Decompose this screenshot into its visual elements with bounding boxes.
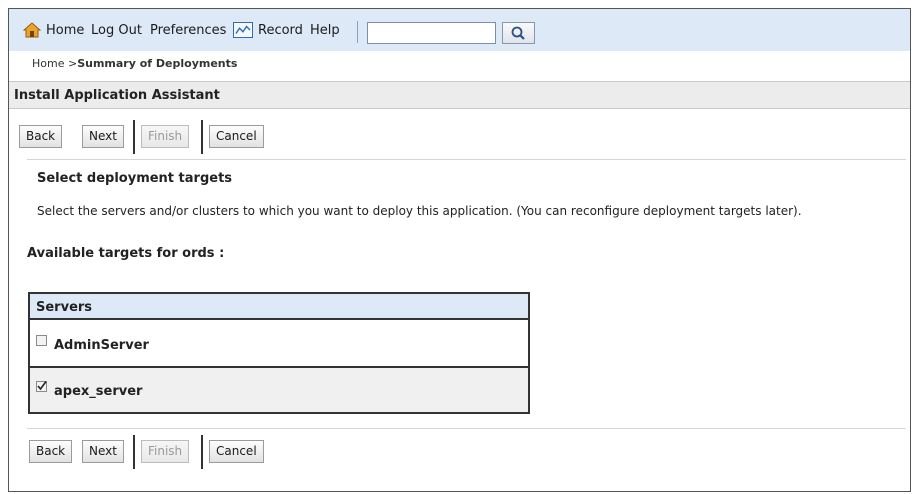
toolbar-divider [357, 21, 358, 43]
cancel-button-bottom[interactable]: Cancel [209, 440, 264, 463]
section-description: Select the servers and/or clusters to wh… [37, 204, 802, 218]
preferences-link[interactable]: Preferences [150, 23, 226, 38]
button-divider [133, 120, 135, 154]
button-divider [133, 435, 135, 469]
next-button-bottom[interactable]: Next [82, 440, 124, 463]
record-icon[interactable] [233, 22, 253, 38]
search-icon [511, 26, 525, 40]
page-title: Install Application Assistant [14, 88, 220, 103]
home-link[interactable]: Home [46, 23, 84, 38]
targets-label: Available targets for ords : [27, 246, 225, 261]
breadcrumb-current[interactable]: Summary of Deployments [77, 57, 237, 70]
server-name: AdminServer [54, 338, 149, 353]
search-button[interactable] [502, 22, 535, 44]
panel-header: Install Application Assistant [9, 81, 910, 109]
finish-button-bottom[interactable]: Finish [141, 440, 190, 463]
app-frame: Home Log Out Preferences Record Help Hom… [8, 8, 911, 492]
next-button[interactable]: Next [82, 125, 124, 148]
servers-table: Servers AdminServer apex_server [28, 292, 530, 414]
checkmark-icon [37, 381, 47, 391]
cancel-button[interactable]: Cancel [209, 125, 264, 148]
server-checkbox-adminserver[interactable] [36, 335, 47, 346]
finish-button[interactable]: Finish [141, 125, 190, 148]
breadcrumb: Home >Summary of Deployments [32, 57, 237, 70]
logout-link[interactable]: Log Out [91, 23, 142, 38]
table-row: apex_server [30, 368, 528, 412]
server-name: apex_server [54, 384, 143, 399]
column-header-servers: Servers [36, 300, 93, 315]
back-button-bottom[interactable]: Back [29, 440, 73, 463]
button-divider [201, 120, 203, 154]
help-link[interactable]: Help [310, 23, 340, 38]
back-button[interactable]: Back [19, 125, 63, 148]
breadcrumb-home[interactable]: Home [32, 57, 64, 70]
divider [27, 428, 906, 429]
button-divider [201, 435, 203, 469]
table-row: AdminServer [30, 320, 528, 368]
home-icon[interactable] [23, 22, 41, 38]
server-checkbox-apex-server[interactable] [36, 381, 47, 392]
table-header: Servers [30, 294, 528, 320]
divider [27, 159, 906, 160]
global-toolbar: Home Log Out Preferences Record Help [9, 9, 910, 51]
breadcrumb-separator: > [67, 57, 78, 70]
search-input[interactable] [367, 22, 496, 44]
section-title: Select deployment targets [37, 171, 233, 186]
record-link[interactable]: Record [258, 23, 303, 38]
